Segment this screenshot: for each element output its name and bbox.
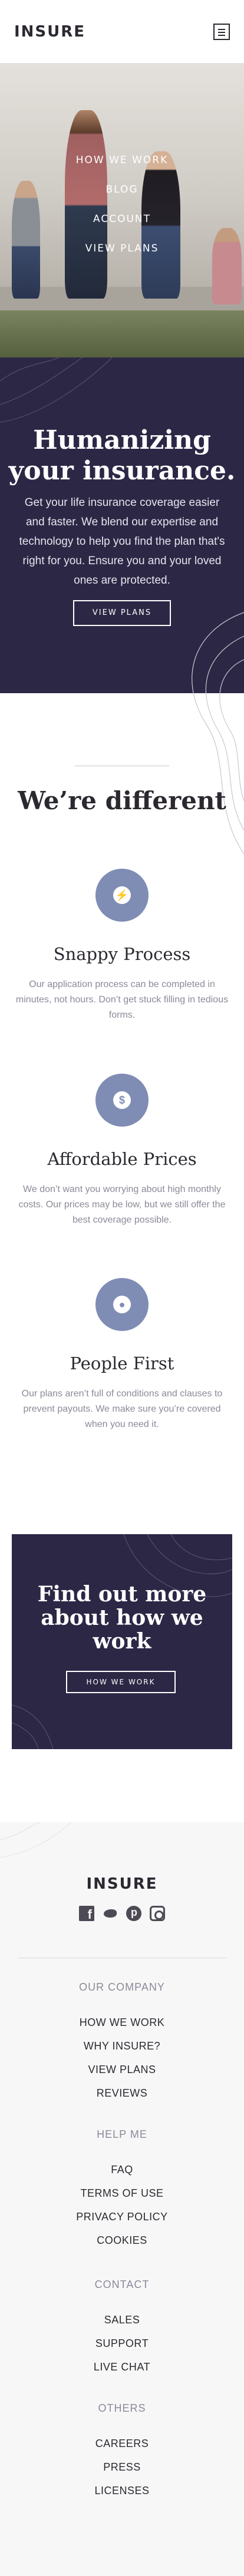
mobile-nav-menu: HOW WE WORK BLOG ACCOUNT VIEW PLANS [0,145,244,263]
view-plans-button[interactable]: VIEW PLANS [73,600,171,626]
feature-title: Affordable Prices [47,1149,197,1169]
feature-icon-circle: ● [95,1278,149,1331]
footer-heading-our-company: OUR COMPANY [79,1981,165,1993]
hamburger-icon-bar [218,34,225,36]
feature-title: Snappy Process [53,944,191,964]
cta-box: Find out more about how we work HOW WE W… [12,1534,232,1749]
footer-heading-others: OTHERS [98,2402,146,2414]
how-we-work-button[interactable]: HOW WE WORK [66,1671,176,1693]
nav-link-blog[interactable]: BLOG [0,175,244,204]
footer-link-privacy-policy[interactable]: PRIVACY POLICY [0,2211,244,2223]
feature-text: Our plans aren’t full of conditions and … [21,1389,223,1429]
section-title: We’re different [18,786,226,815]
feature-snappy-process: ⚡ Snappy Process Our application process… [0,869,244,1023]
lightning-icon: ⚡ [113,886,131,904]
footer-heading-contact: CONTACT [94,2279,150,2290]
footer-link-careers[interactable]: CAREERS [0,2438,244,2450]
hero-intro: Humanizing your insurance. Get your life… [0,357,244,693]
footer-link-how-we-work[interactable]: HOW WE WORK [0,2017,244,2029]
feature-text: We don’t want you worrying about high mo… [18,1184,226,1225]
pinterest-icon[interactable] [126,1906,141,1921]
footer-link-licenses[interactable]: LICENSES [0,2485,244,2497]
hamburger-icon-bar [218,31,225,33]
hero-image: HOW WE WORK BLOG ACCOUNT VIEW PLANS [0,63,244,357]
cta-title: Find out more about how we work [37,1582,207,1654]
footer-link-faq[interactable]: FAQ [0,2164,244,2176]
dollar-icon: $ [113,1091,131,1109]
hero-image-grass [0,310,244,357]
feature-affordable-prices: $ Affordable Prices We don’t want you wo… [0,1074,244,1228]
logo[interactable]: INSURE [14,23,85,41]
feature-icon-circle: ⚡ [95,869,149,922]
feature-icon-circle: $ [95,1074,149,1127]
footer-heading-help-me: HELP ME [97,2128,147,2140]
hamburger-icon-bar [218,28,225,30]
facebook-icon[interactable] [79,1906,94,1922]
person-icon: ● [113,1296,131,1313]
nav-link-how-we-work[interactable]: HOW WE WORK [0,145,244,175]
footer-link-press[interactable]: PRESS [0,2461,244,2474]
footer-link-why-insure[interactable]: WHY INSURE? [0,2040,244,2052]
nav-link-account[interactable]: ACCOUNT [0,204,244,234]
site-header: INSURE [0,0,244,63]
footer-link-live-chat[interactable]: LIVE CHAT [0,2361,244,2373]
site-footer: INSURE OUR COMPANY HOW WE WORK WHY INSUR… [0,1822,244,2576]
instagram-icon[interactable] [150,1906,165,1921]
footer-link-sales[interactable]: SALES [0,2314,244,2326]
footer-link-reviews[interactable]: REVIEWS [0,2087,244,2100]
footer-link-view-plans[interactable]: VIEW PLANS [0,2064,244,2076]
twitter-icon[interactable] [103,1906,118,1921]
feature-title: People First [70,1353,174,1373]
hero-curves-top [0,357,113,423]
hero-title: Humanizing your insurance. [8,425,236,486]
nav-link-view-plans[interactable]: VIEW PLANS [0,234,244,263]
feature-people-first: ● People First Our plans aren’t full of … [0,1278,244,1432]
footer-link-support[interactable]: SUPPORT [0,2337,244,2350]
footer-link-cookies[interactable]: COOKIES [0,2234,244,2247]
hero-description: Get your life insurance coverage easier … [19,496,225,587]
footer-link-terms-of-use[interactable]: TERMS OF USE [0,2187,244,2200]
social-links [0,1906,244,1922]
feature-text: Our application process can be completed… [15,979,229,1020]
menu-toggle-button[interactable] [213,23,230,40]
footer-logo[interactable]: INSURE [0,1875,244,1893]
